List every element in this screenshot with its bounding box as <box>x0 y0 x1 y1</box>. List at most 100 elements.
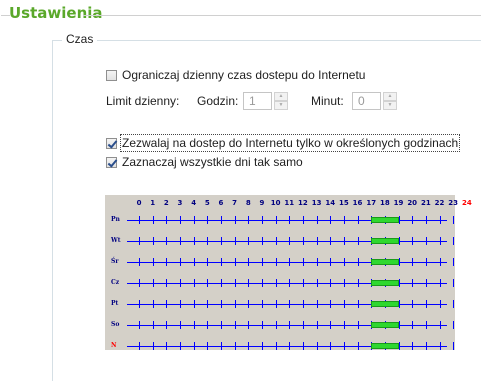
hour-tick[interactable] <box>439 279 441 287</box>
hour-tick[interactable] <box>275 216 277 224</box>
hour-tick[interactable] <box>412 258 414 266</box>
hour-tick[interactable] <box>357 237 359 245</box>
hour-tick[interactable] <box>234 342 236 350</box>
hour-tick[interactable] <box>439 300 441 308</box>
hour-tick[interactable] <box>152 321 154 329</box>
hour-tick[interactable] <box>152 258 154 266</box>
hour-tick[interactable] <box>343 237 345 245</box>
hour-tick[interactable] <box>398 279 400 287</box>
hour-tick[interactable] <box>412 342 414 350</box>
hour-tick[interactable] <box>289 321 291 329</box>
hour-tick[interactable] <box>357 300 359 308</box>
hour-tick[interactable] <box>166 279 168 287</box>
hour-tick[interactable] <box>275 321 277 329</box>
hour-tick[interactable] <box>193 321 195 329</box>
hour-tick[interactable] <box>425 258 427 266</box>
hour-tick[interactable] <box>302 279 304 287</box>
hour-tick[interactable] <box>330 342 332 350</box>
allowed-hours-bar[interactable] <box>371 280 399 286</box>
hour-tick[interactable] <box>316 342 318 350</box>
hour-tick[interactable] <box>152 300 154 308</box>
hour-tick[interactable] <box>302 342 304 350</box>
hour-tick[interactable] <box>453 321 455 329</box>
hour-tick[interactable] <box>179 258 181 266</box>
hour-tick[interactable] <box>261 321 263 329</box>
hour-tick[interactable] <box>275 258 277 266</box>
hour-tick[interactable] <box>179 300 181 308</box>
hour-tick[interactable] <box>398 216 400 224</box>
hour-tick[interactable] <box>275 279 277 287</box>
hour-tick[interactable] <box>207 300 209 308</box>
hour-tick[interactable] <box>453 279 455 287</box>
hour-tick[interactable] <box>179 216 181 224</box>
hour-tick[interactable] <box>439 342 441 350</box>
hour-tick[interactable] <box>357 216 359 224</box>
hour-tick[interactable] <box>275 342 277 350</box>
minutes-spinner[interactable]: ▲ ▼ <box>383 92 397 110</box>
hour-tick[interactable] <box>412 216 414 224</box>
hour-tick[interactable] <box>139 216 140 224</box>
hour-tick[interactable] <box>453 258 455 266</box>
hour-tick[interactable] <box>343 279 345 287</box>
hour-tick[interactable] <box>302 237 304 245</box>
hour-tick[interactable] <box>302 258 304 266</box>
hour-tick[interactable] <box>193 279 195 287</box>
hour-tick[interactable] <box>398 237 400 245</box>
hour-tick[interactable] <box>220 342 222 350</box>
hour-tick[interactable] <box>453 237 455 245</box>
hour-tick[interactable] <box>357 342 359 350</box>
hour-tick[interactable] <box>166 321 168 329</box>
hour-tick[interactable] <box>343 300 345 308</box>
hour-tick[interactable] <box>139 300 140 308</box>
hour-tick[interactable] <box>179 279 181 287</box>
allowed-hours-bar[interactable] <box>371 238 399 244</box>
hour-tick[interactable] <box>289 279 291 287</box>
schedule-grid[interactable]: 0 1 2 3 4 5 6 7 8 9 10 11 12 13 14 15 16 17 18 19 20 21 22 23 24… <box>105 195 472 350</box>
hour-tick[interactable] <box>207 321 209 329</box>
allowed-hours-bar[interactable] <box>371 217 399 223</box>
hour-tick[interactable] <box>179 342 181 350</box>
hour-tick[interactable] <box>166 216 168 224</box>
hour-tick[interactable] <box>439 258 441 266</box>
hour-tick[interactable] <box>207 237 209 245</box>
hour-tick[interactable] <box>234 279 236 287</box>
hour-tick[interactable] <box>166 258 168 266</box>
hour-tick[interactable] <box>425 300 427 308</box>
hour-tick[interactable] <box>289 342 291 350</box>
hour-tick[interactable] <box>302 216 304 224</box>
hour-tick[interactable] <box>152 342 154 350</box>
hour-tick[interactable] <box>220 237 222 245</box>
hour-tick[interactable] <box>330 279 332 287</box>
hour-tick[interactable] <box>139 321 140 329</box>
hour-tick[interactable] <box>289 258 291 266</box>
hour-tick[interactable] <box>330 321 332 329</box>
limit-daily-row[interactable]: Ograniczaj dzienny czas dostepu do Inter… <box>106 68 365 82</box>
hour-tick[interactable] <box>152 279 154 287</box>
hour-tick[interactable] <box>425 237 427 245</box>
hour-tick[interactable] <box>289 216 291 224</box>
hour-tick[interactable] <box>289 237 291 245</box>
hour-tick[interactable] <box>248 237 250 245</box>
allowed-hours-bar[interactable] <box>371 343 399 349</box>
hour-tick[interactable] <box>193 216 195 224</box>
allowed-hours-bar[interactable] <box>371 301 399 307</box>
hour-tick[interactable] <box>261 342 263 350</box>
hour-tick[interactable] <box>207 258 209 266</box>
hour-tick[interactable] <box>343 258 345 266</box>
hour-tick[interactable] <box>425 321 427 329</box>
hour-tick[interactable] <box>261 279 263 287</box>
hour-tick[interactable] <box>193 300 195 308</box>
hour-tick[interactable] <box>261 300 263 308</box>
hour-tick[interactable] <box>139 279 140 287</box>
hour-tick[interactable] <box>316 279 318 287</box>
hour-tick[interactable] <box>220 279 222 287</box>
hour-tick[interactable] <box>412 321 414 329</box>
hour-tick[interactable] <box>398 258 400 266</box>
hour-tick[interactable] <box>398 342 400 350</box>
hour-tick[interactable] <box>425 279 427 287</box>
hour-tick[interactable] <box>439 216 441 224</box>
hour-tick[interactable] <box>234 216 236 224</box>
hour-tick[interactable] <box>453 216 455 224</box>
hour-tick[interactable] <box>412 237 414 245</box>
hour-tick[interactable] <box>220 216 222 224</box>
